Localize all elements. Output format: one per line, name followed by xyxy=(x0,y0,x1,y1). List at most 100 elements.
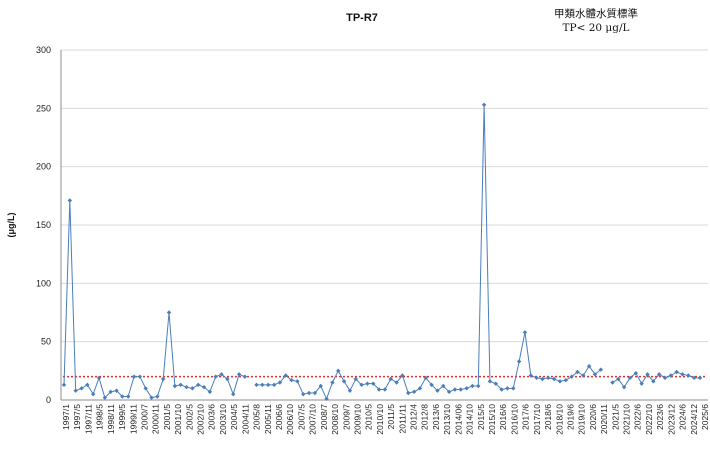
data-point xyxy=(301,391,306,397)
data-point xyxy=(458,387,463,392)
data-point xyxy=(242,374,248,379)
x-tick-label: 2023/6 xyxy=(655,404,665,430)
x-tick-label: 2009/10 xyxy=(352,404,362,435)
data-point xyxy=(336,368,341,374)
data-point xyxy=(196,382,201,388)
x-axis-ticks: 1997/1 1997/5 1997/11 1998/5 1998/11 1999/5 19… xyxy=(61,404,710,435)
x-tick-label: 2012/4 xyxy=(409,404,419,430)
data-point xyxy=(178,382,183,388)
data-point xyxy=(271,382,277,388)
x-tick-label: 2021/10 xyxy=(622,404,632,435)
data-point xyxy=(231,391,236,397)
x-tick-label: 2001/10 xyxy=(173,404,183,435)
data-point xyxy=(365,381,370,386)
data-point xyxy=(125,394,131,399)
x-tick-label: 2010/5 xyxy=(364,404,374,430)
data-point xyxy=(411,389,417,395)
x-tick-label: 2014/06 xyxy=(453,404,463,435)
x-tick-label: 2001/5 xyxy=(162,404,172,430)
series-layer xyxy=(61,102,703,402)
data-point xyxy=(295,379,300,384)
data-point xyxy=(417,386,423,391)
x-tick-label: 2003/6 xyxy=(207,404,217,430)
x-tick-label: 2013/10 xyxy=(442,404,452,435)
x-tick-label: 2002/10 xyxy=(196,404,206,435)
data-point xyxy=(406,390,411,396)
x-tick-label: 2025/6 xyxy=(700,404,710,430)
series-line xyxy=(256,104,602,401)
chart-title: TP-R7 xyxy=(346,12,378,24)
x-tick-label: 2000/7 xyxy=(139,404,149,430)
x-tick-label: 2020/6 xyxy=(588,404,598,430)
data-point xyxy=(166,310,172,315)
data-point xyxy=(306,390,312,396)
x-tick-label: 2005/8 xyxy=(252,404,262,430)
data-point xyxy=(254,382,259,388)
data-point xyxy=(79,386,84,391)
x-tick-label: 2022/6 xyxy=(633,404,643,430)
data-point xyxy=(551,376,557,382)
x-tick-label: 1997/5 xyxy=(72,404,82,430)
data-point xyxy=(610,380,615,385)
x-tick-label: 2011/11 xyxy=(397,404,407,434)
x-tick-label: 2018/6 xyxy=(543,404,553,430)
data-point xyxy=(137,374,143,379)
x-tick-label: 2003/10 xyxy=(218,404,228,435)
data-point xyxy=(476,383,481,389)
data-point xyxy=(452,387,458,392)
data-point xyxy=(557,379,563,384)
data-point xyxy=(470,383,475,389)
data-point xyxy=(266,382,271,388)
y-axis-label: (μg/L) xyxy=(6,213,16,238)
x-tick-label: 2013/6 xyxy=(431,404,441,430)
y-tick-label: 150 xyxy=(36,220,51,230)
data-point xyxy=(481,102,487,108)
data-point xyxy=(516,359,522,364)
x-tick-label: 2017/6 xyxy=(521,404,531,430)
x-tick-label: 2010/10 xyxy=(375,404,385,435)
x-tick-label: 2012/8 xyxy=(420,404,430,430)
data-point xyxy=(190,386,195,391)
x-tick-label: 2000/11 xyxy=(151,404,161,434)
x-tick-label: 1999/11 xyxy=(128,404,138,434)
data-point xyxy=(388,376,393,382)
x-tick-label: 1997/11 xyxy=(83,404,93,434)
x-tick-label: 2007/5 xyxy=(296,404,306,430)
data-point xyxy=(131,374,137,379)
y-tick-label: 200 xyxy=(36,162,51,172)
x-tick-label: 1998/11 xyxy=(106,404,116,434)
x-tick-label: 2008/10 xyxy=(330,404,340,435)
data-point xyxy=(155,394,160,399)
gridlines xyxy=(60,49,708,401)
y-tick-label: 300 xyxy=(36,45,51,55)
data-point xyxy=(213,374,218,379)
series-line xyxy=(63,200,246,399)
data-point xyxy=(236,372,242,377)
x-tick-label: 2022/10 xyxy=(644,404,654,435)
data-point xyxy=(260,382,265,388)
x-tick-label: 2011/5 xyxy=(386,404,396,430)
data-point xyxy=(697,375,703,381)
x-tick-label: 2016/10 xyxy=(509,404,519,435)
data-point xyxy=(464,386,469,391)
x-tick-label: 2019/10 xyxy=(577,404,587,435)
standard-note-line1: 甲類水體水質標準 xyxy=(554,7,638,20)
x-tick-label: 2018/10 xyxy=(554,404,564,435)
x-tick-label: 2024/6 xyxy=(678,404,688,430)
data-point xyxy=(160,376,166,382)
x-tick-label: 2024/12 xyxy=(689,404,699,435)
data-point xyxy=(73,388,78,393)
x-tick-label: 2019/6 xyxy=(565,404,575,430)
x-tick-label: 2005/11 xyxy=(263,404,273,434)
x-tick-label: 1997/1 xyxy=(61,404,71,430)
data-point xyxy=(172,383,178,389)
data-point xyxy=(680,372,685,377)
x-tick-label: 2006/6 xyxy=(274,404,284,430)
x-tick-label: 2008/7 xyxy=(319,404,329,430)
data-point xyxy=(330,380,335,385)
y-axis-ticks: 0 50 100 150 200 250 300 xyxy=(36,45,51,405)
x-tick-label: 2016/6 xyxy=(498,404,508,430)
x-tick-label: 2017/10 xyxy=(532,404,542,435)
x-tick-label: 2014/10 xyxy=(465,404,475,435)
data-point xyxy=(67,198,73,203)
